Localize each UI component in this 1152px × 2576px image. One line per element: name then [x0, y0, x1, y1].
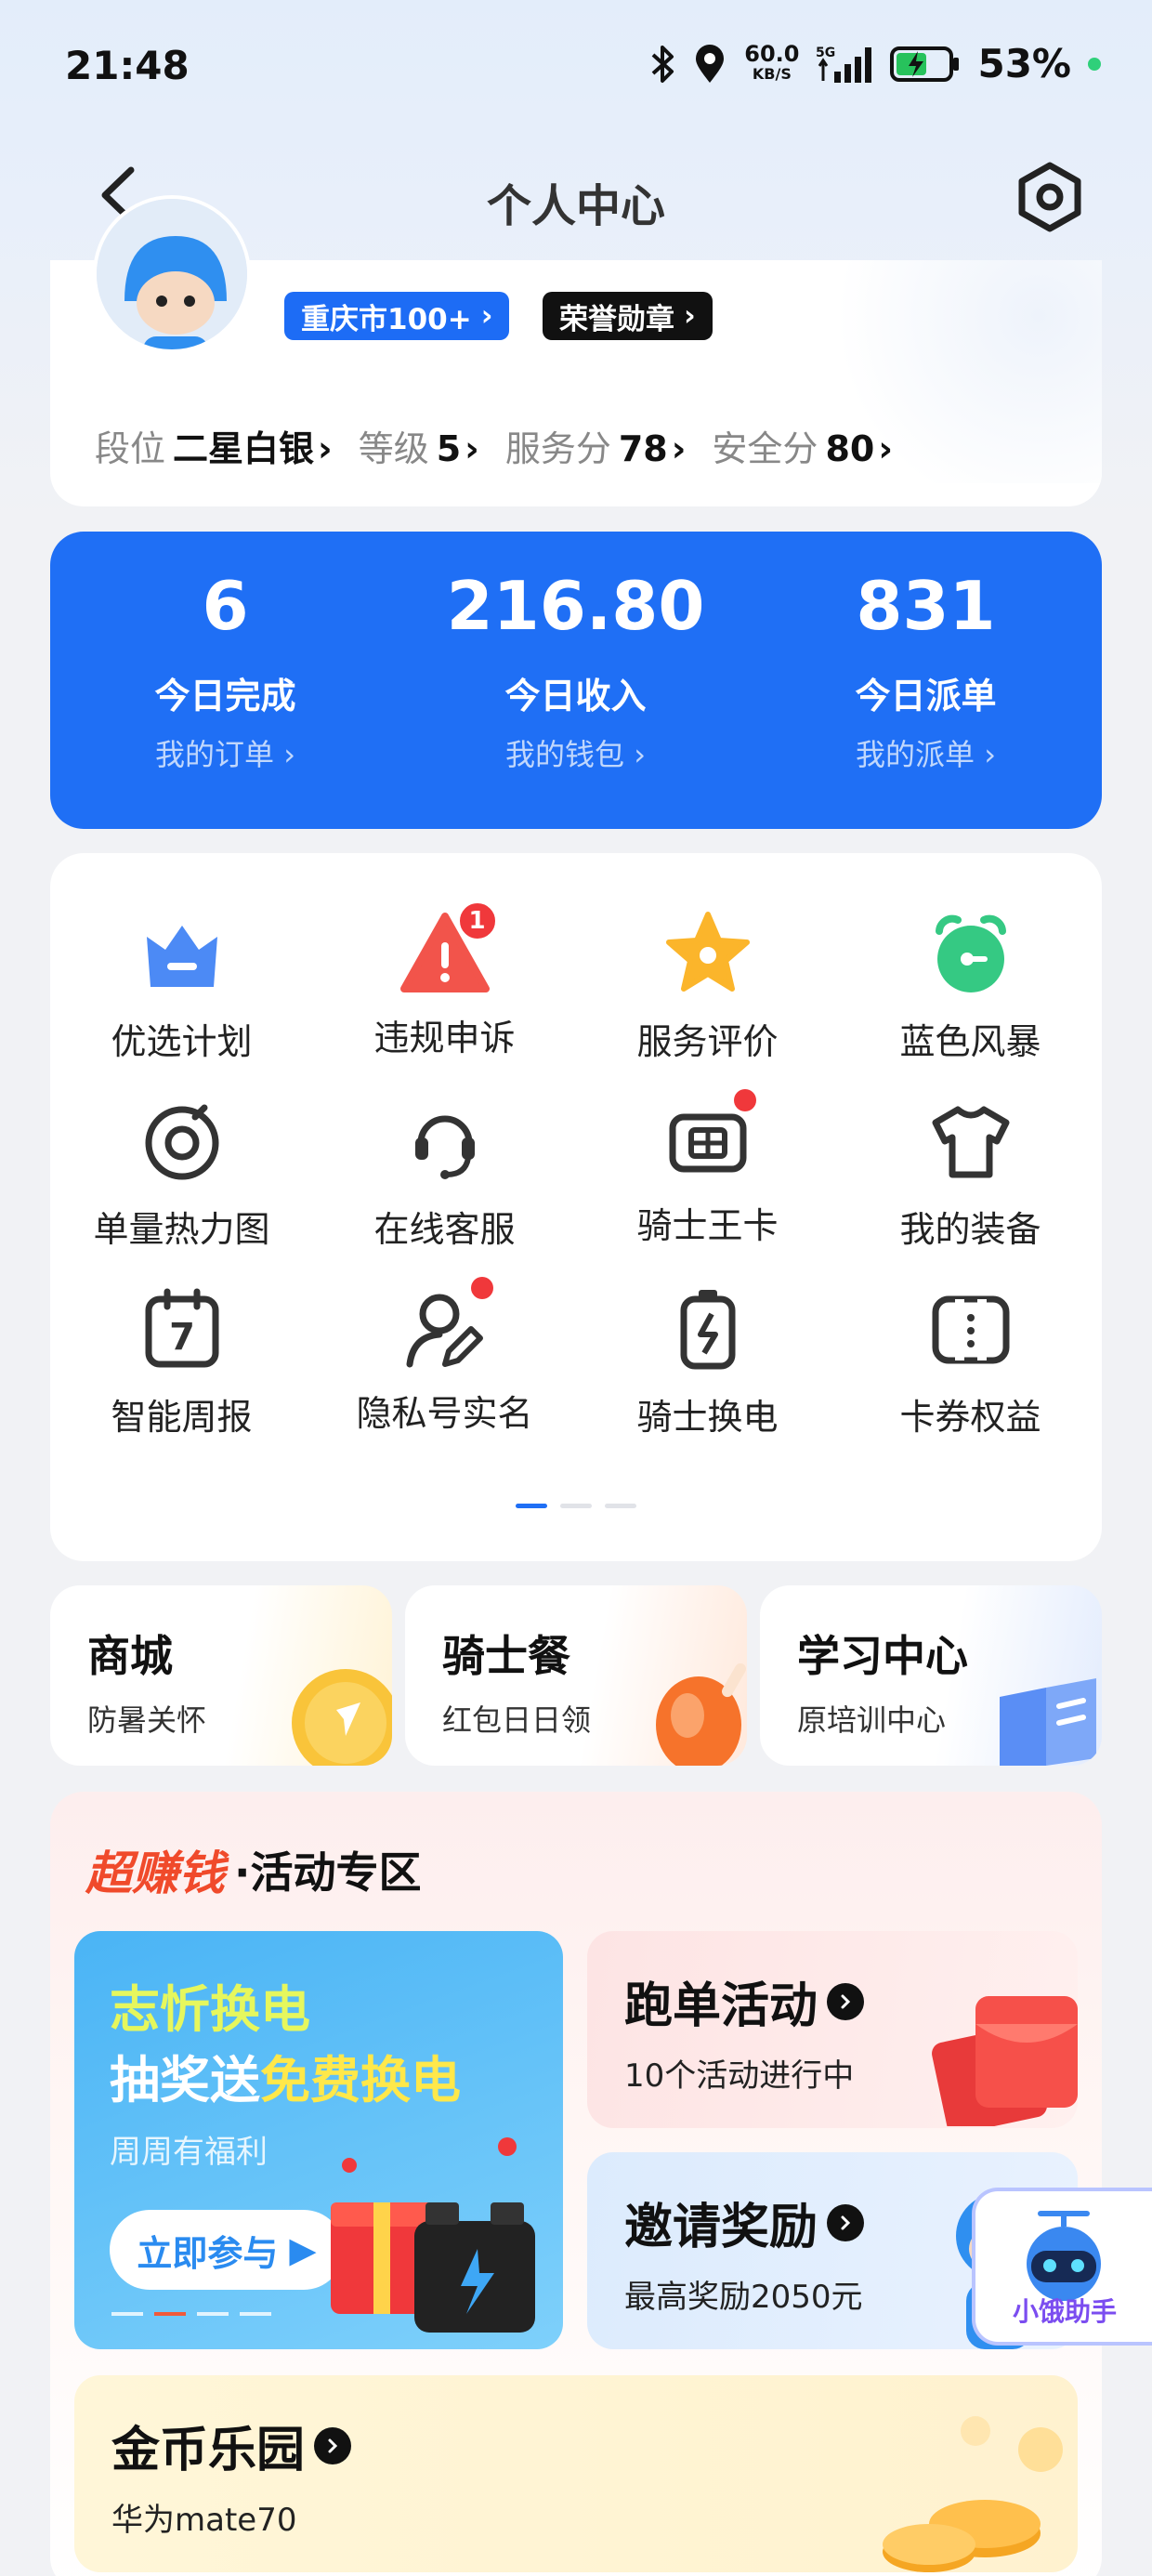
income-amount: 216.80	[446, 567, 705, 645]
grid-item-blue-storm[interactable]: 蓝色风暴	[839, 909, 1102, 1064]
notification-dot	[733, 1089, 756, 1111]
assistant-float-button[interactable]: 小饿助手	[972, 2188, 1152, 2346]
status-bar: 21:48 60.0 KB/S 5G 53%	[0, 0, 1152, 139]
grid-item-weekly-report[interactable]: 7 智能周报	[50, 1284, 313, 1439]
stat-safety-score[interactable]: 安全分 80 ›	[712, 420, 893, 471]
promo-carousel-indicator	[111, 2312, 271, 2316]
my-wallet-link[interactable]: 我的钱包 ›	[400, 731, 751, 774]
today-summary: 6 今日完成 我的订单 › 216.80 今日收入 我的钱包 › 831 今日派…	[50, 532, 1102, 829]
arrow-right-icon	[827, 1982, 865, 2020]
book-icon	[1000, 1678, 1096, 1766]
activity-brand: 超赚钱	[85, 1847, 225, 1900]
chicken-leg-icon	[656, 1663, 746, 1766]
tshirt-icon	[932, 1106, 1009, 1178]
gold-coin-icon	[292, 1669, 392, 1766]
stat-service-score[interactable]: 服务分 78 ›	[505, 420, 687, 471]
quick-card-mall[interactable]: 商城 防暑关怀	[50, 1585, 392, 1766]
page-indicator	[605, 1504, 636, 1508]
grid-item-battery-swap[interactable]: 骑士换电	[576, 1284, 839, 1439]
gold-coin-park-subtitle: 华为mate70	[111, 2502, 297, 2539]
completed-count: 6	[202, 567, 249, 645]
profile-stats: 段位 二星白银 › 等级 5 › 服务分 78 › 安全分 80 ›	[95, 420, 893, 471]
star-icon	[665, 912, 750, 992]
arrow-right-icon	[827, 2203, 865, 2241]
svg-text:5G: 5G	[816, 46, 835, 60]
coupon-icon	[932, 1295, 1009, 1364]
page-indicator-active	[516, 1504, 547, 1508]
notification-count-badge: 1	[455, 900, 499, 942]
invite-reward-subtitle: 最高奖励2050元	[624, 2279, 863, 2316]
network-speed: 60.0 KB/S	[744, 40, 800, 83]
quick-card-learning-center[interactable]: 学习中心 原培训中心	[760, 1585, 1102, 1766]
stat-level[interactable]: 等级 5 ›	[359, 420, 479, 471]
calendar-icon: 7	[145, 1288, 218, 1368]
grid-item-service-rating[interactable]: 服务评价	[576, 909, 839, 1064]
bluetooth-icon	[651, 45, 674, 83]
battery-percent: 53%	[977, 41, 1071, 86]
red-envelope-icon	[932, 1996, 1078, 2126]
status-icons: 60.0 KB/S 5G 53%	[649, 41, 1101, 86]
honor-medal-badge[interactable]: 荣誉勋章 ›	[543, 292, 713, 340]
signal-icon: 5G	[816, 46, 872, 83]
chevron-right-icon: ›	[684, 299, 696, 333]
summary-dispatched[interactable]: 831 今日派单 我的派单 ›	[751, 567, 1101, 774]
grid-item-preferred-plan[interactable]: 优选计划	[50, 909, 313, 1064]
status-time: 21:48	[65, 43, 190, 88]
gold-coin-park-card[interactable]: 金币乐园 华为mate70	[74, 2375, 1078, 2572]
rider-avatar-icon	[97, 199, 247, 349]
grid-item-privacy-number[interactable]: 隐私号实名	[313, 1277, 576, 1436]
completed-label: 今日完成	[154, 676, 296, 716]
run-activity-card[interactable]: 跑单活动 10个活动进行中	[587, 1931, 1078, 2128]
grid-item-heatmap[interactable]: 单量热力图	[50, 1097, 313, 1252]
feature-grid: 优选计划 1 违规申诉 服务评价 蓝色风暴 单量热力图 在线客服 骑士王卡 我的…	[50, 853, 1102, 1561]
target-icon	[145, 1104, 218, 1180]
promo-banner[interactable]: 志忻换电 抽奖送免费换电 周周有福利 立即参与 ▶	[74, 1931, 563, 2349]
crown-icon	[146, 926, 217, 987]
activity-title: ·活动专区	[234, 1847, 422, 1898]
avatar[interactable]	[93, 195, 251, 353]
income-label: 今日收入	[504, 676, 647, 716]
location-icon	[696, 44, 725, 83]
my-orders-link[interactable]: 我的订单 ›	[50, 731, 400, 774]
settings-icon[interactable]	[1013, 160, 1087, 234]
battery-icon	[890, 46, 960, 82]
grid-item-knight-card[interactable]: 骑士王卡	[576, 1089, 839, 1248]
grid-item-my-equipment[interactable]: 我的装备	[839, 1097, 1102, 1252]
headset-icon	[414, 1115, 475, 1179]
alarm-clock-icon	[935, 914, 1006, 992]
status-dot	[1088, 57, 1101, 71]
invite-reward-title: 邀请奖励	[624, 2188, 865, 2257]
gold-coin-park-title: 金币乐园	[111, 2411, 352, 2480]
activity-header: 超赚钱 ·活动专区	[85, 1836, 421, 1903]
my-dispatch-link[interactable]: 我的派单 ›	[751, 731, 1101, 774]
summary-income[interactable]: 216.80 今日收入 我的钱包 ›	[400, 567, 751, 774]
promo-headline: 志忻换电	[110, 1980, 310, 2039]
page-indicator	[560, 1504, 592, 1508]
summary-completed[interactable]: 6 今日完成 我的订单 ›	[50, 567, 400, 774]
join-now-button[interactable]: 立即参与 ▶	[110, 2210, 344, 2290]
grid-item-coupons[interactable]: 卡券权益	[839, 1284, 1102, 1439]
chevron-right-icon: ›	[480, 299, 493, 333]
promo-headline-2: 抽奖送免费换电	[110, 2051, 461, 2109]
gift-battery-illustration	[331, 2137, 535, 2333]
city-rank-badge[interactable]: 重庆市100+ ›	[284, 292, 510, 340]
run-activity-subtitle: 10个活动进行中	[624, 2057, 855, 2095]
assistant-label: 小饿助手	[1013, 2296, 1118, 2327]
quick-card-knight-meal[interactable]: 骑士餐 红包日日领	[405, 1585, 747, 1766]
grid-item-online-service[interactable]: 在线客服	[313, 1097, 576, 1252]
battery-swap-icon	[680, 1290, 735, 1370]
stat-rank[interactable]: 段位 二星白银 ›	[95, 420, 333, 471]
gold-coins-illustration	[883, 2416, 1063, 2572]
assistant-mascot-icon	[1027, 2211, 1101, 2301]
dispatched-count: 831	[856, 567, 996, 645]
grid-item-violation-appeal[interactable]: 1 违规申诉	[313, 900, 576, 1060]
notification-dot	[470, 1277, 493, 1299]
svg-text:7: 7	[169, 1316, 195, 1359]
promo-subtitle: 周周有福利	[110, 2134, 268, 2171]
run-activity-title: 跑单活动	[624, 1966, 865, 2036]
arrow-right-icon	[314, 2426, 352, 2464]
dispatched-label: 今日派单	[855, 676, 997, 716]
activity-zone: 超赚钱 ·活动专区 志忻换电 抽奖送免费换电 周周有福利 立即参与 ▶ 跑单活动 …	[50, 1792, 1102, 2576]
grid-pager	[50, 1504, 1102, 1508]
